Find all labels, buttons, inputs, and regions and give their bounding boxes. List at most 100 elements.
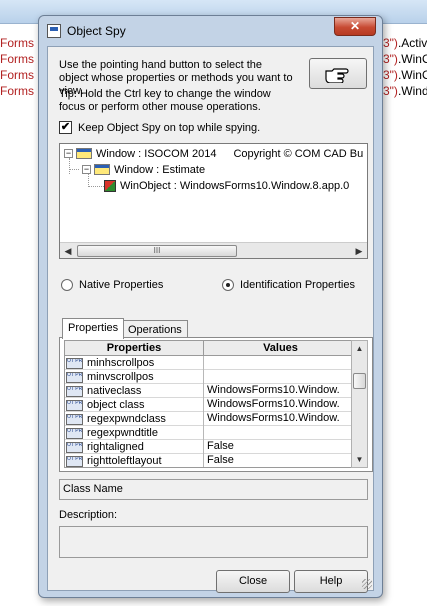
property-icon: OT PROP [66,455,83,467]
scroll-thumb[interactable] [353,373,366,389]
property-name-cell: OT PROP nativeclass [65,384,204,398]
title-bar[interactable]: Object Spy ✕ [39,16,382,46]
window-close-button[interactable]: ✕ [334,17,376,36]
table-row[interactable]: OT PROP nativeclass WindowsForms10.Window. [65,384,355,398]
property-name-cell: OT PROP minhscrollpos [65,356,204,370]
property-value: False [207,440,234,452]
property-name-cell: OT PROP regexpwndtitle [65,426,204,440]
property-icon: OT PROP [66,427,83,439]
identification-properties-radio[interactable] [222,279,234,291]
resize-grip-icon[interactable] [362,579,372,589]
table-row[interactable]: OT PROP regexpwndclass WindowsForms10.Wind… [65,412,355,426]
tree-node-label: Window : ISOCOM 2014 [96,147,217,160]
code-line-string: 3") [383,84,398,98]
window-title: Object Spy [67,24,126,38]
properties-panel: Properties Values OT PROPminhscrollposOT… [59,337,373,472]
tree-horizontal-scrollbar[interactable]: ◀ III ▶ [60,242,367,258]
property-name: righttoleftlayout [87,455,162,467]
property-icon: OT PROP [66,413,83,425]
property-icon: OT PROP [66,371,83,383]
close-button[interactable]: Close [216,570,290,593]
keep-on-top-option[interactable]: ✔ Keep Object Spy on top while spying. [59,121,260,134]
scroll-left-icon[interactable]: ◀ [60,243,76,258]
tree-node-label: WinObject : WindowsForms10.Window.8.app.… [120,179,350,192]
grid-header: Properties Values [65,341,355,356]
property-value: WindowsForms10.Window. [207,412,340,424]
property-value [207,426,355,440]
code-line-left: Forms [0,84,34,98]
help-button[interactable]: Help [294,570,368,593]
table-row[interactable]: OT PROP minvscrollpos [65,370,355,384]
tree-node-winobject[interactable]: WinObject : WindowsForms10.Window.8.app.… [104,178,349,193]
table-row[interactable]: OT PROP righttoleftlayout False [65,454,355,467]
scroll-up-icon[interactable]: ▲ [352,341,367,356]
table-row[interactable]: OT PROP object class WindowsForms10.Window… [65,398,355,412]
code-line-right: .WinO [397,68,427,82]
winobject-icon [104,179,116,192]
code-line-string: 3") [383,36,398,50]
header-values[interactable]: Values [204,341,355,355]
property-icon: OT PROP [66,441,83,453]
property-name: regexpwndtitle [87,427,158,439]
property-icon: OT PROP [66,385,83,397]
tree-connector [88,186,104,187]
property-name: regexpwndclass [87,413,166,425]
code-line-left: Forms [0,36,34,50]
grid-vertical-scrollbar[interactable]: ▲ ▼ [351,340,368,468]
property-name-cell: OT PROP regexpwndclass [65,412,204,426]
property-value: WindowsForms10.Window. [207,398,340,410]
code-line-right: .WinO [397,52,427,66]
code-line-right: .Activ [397,36,427,50]
object-tree[interactable]: − Window : ISOCOM 2014 Copyright © COM C… [59,143,368,259]
code-line-left: Forms [0,52,34,66]
properties-grid[interactable]: Properties Values OT PROPminhscrollposOT… [64,340,356,468]
scroll-down-icon[interactable]: ▼ [352,452,367,467]
code-line-right: .Wind [397,84,427,98]
property-name: rightaligned [87,441,144,453]
property-name-cell: OT PROP minvscrollpos [65,370,204,384]
property-value [207,370,355,384]
property-name: minvscrollpos [87,371,154,383]
scroll-right-icon[interactable]: ▶ [351,243,367,258]
property-icon: OT PROP [66,399,83,411]
code-line-string: 3") [383,52,398,66]
tab-properties[interactable]: Properties [62,318,125,339]
identification-properties-option[interactable]: Identification Properties [222,279,355,291]
description-field [59,526,368,558]
keep-on-top-label: Keep Object Spy on top while spying. [78,121,261,134]
collapse-icon[interactable]: − [64,149,73,158]
description-label: Description: [59,509,118,521]
property-name-cell: OT PROP object class [65,398,204,412]
object-spy-window[interactable]: Object Spy ✕ Use the pointing hand butto… [38,15,383,598]
table-row[interactable]: OT PROP minhscrollpos [65,356,355,370]
property-name: object class [87,399,145,411]
native-properties-option[interactable]: Native Properties [61,279,163,291]
code-line-left: Forms [0,68,34,82]
table-row[interactable]: OT PROP regexpwndtitle [65,426,355,440]
tree-node-isocom[interactable]: − Window : ISOCOM 2014 Copyright © COM C… [64,146,363,161]
collapse-icon[interactable]: − [82,165,91,174]
property-name: nativeclass [87,385,142,397]
pointing-hand-icon [325,67,349,83]
native-properties-label: Native Properties [79,279,164,291]
object-spy-app-icon [47,24,61,38]
header-properties[interactable]: Properties [65,341,204,356]
tree-connector [69,169,79,170]
property-value: False [207,454,234,466]
tip-text: Tip: Hold the Ctrl key to change the win… [59,88,271,113]
property-name-cell: OT PROP rightaligned [65,440,204,454]
table-row[interactable]: OT PROP rightaligned False [65,440,355,454]
keep-on-top-checkbox[interactable]: ✔ [59,121,72,134]
window-icon [94,164,110,175]
scroll-thumb[interactable]: III [77,245,237,257]
identification-properties-label: Identification Properties [240,279,355,291]
dialog-body: Use the pointing hand button to select t… [47,46,374,593]
native-properties-radio[interactable] [61,279,73,291]
tree-node-estimate[interactable]: − Window : Estimate [82,162,205,177]
pointing-hand-button[interactable] [309,58,367,89]
window-icon [76,148,92,159]
property-icon: OT PROP [66,357,83,369]
property-name: minhscrollpos [87,357,155,369]
tree-node-label: Window : Estimate [114,163,206,176]
class-name-field: Class Name [59,479,368,500]
